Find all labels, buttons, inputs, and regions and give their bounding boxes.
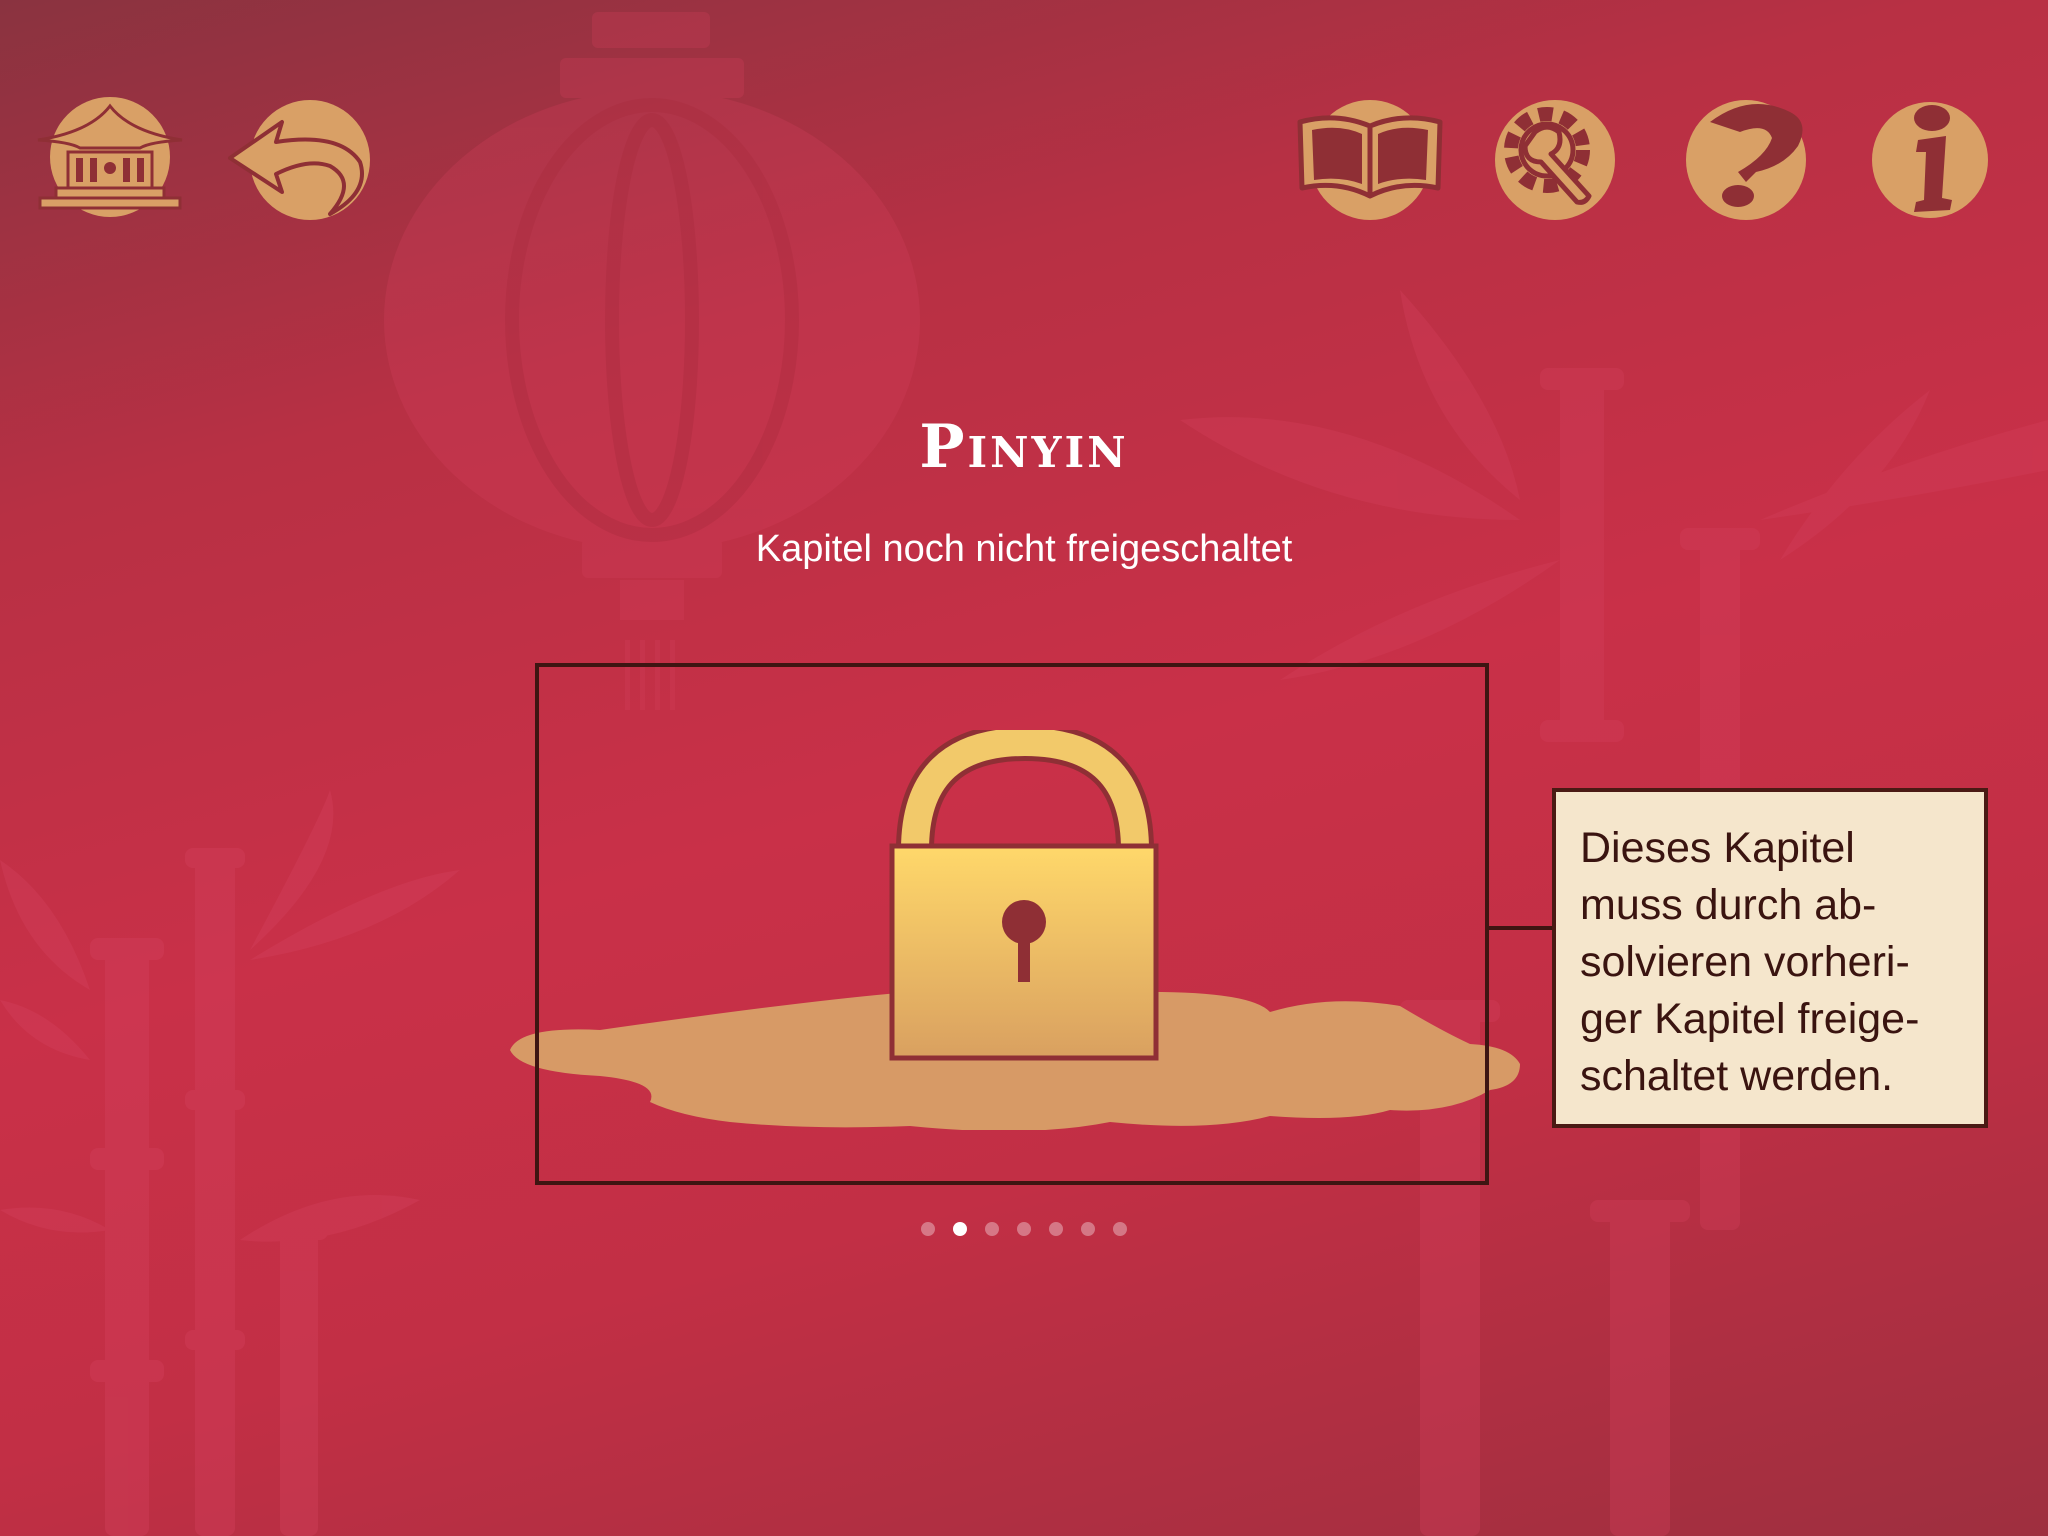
tooltip-connector [1489,926,1554,930]
home-button[interactable] [30,92,190,222]
page-dot[interactable] [1113,1222,1127,1236]
tooltip-line: schaltet werden. [1580,1052,1894,1100]
chapter-card[interactable] [535,663,1489,1185]
settings-wrench-gear-icon [1495,100,1615,220]
page-dot[interactable] [985,1222,999,1236]
info-icon [1872,102,1988,218]
temple-icon [37,97,183,217]
page-dot[interactable] [1049,1222,1063,1236]
tooltip-line: Dieses Kapitel [1580,824,1855,872]
page-dot[interactable] [1081,1222,1095,1236]
back-arrow-icon [228,100,370,220]
page-indicator[interactable] [0,1222,2048,1236]
chapter-status-text: Kapitel noch nicht freigeschaltet [755,528,1293,570]
page-dot[interactable] [953,1222,967,1236]
tooltip-line: muss durch ab- [1580,881,1877,929]
book-icon [1297,100,1443,220]
book-button[interactable] [1290,92,1450,222]
info-button[interactable] [1868,92,1993,222]
chapter-title: Pinyin [919,412,1129,482]
unlock-hint-tooltip: Dieses Kapitel muss durch ab- solvieren … [1552,788,1988,1128]
tooltip-line: ger Kapitel freige- [1580,995,1920,1043]
page-dot[interactable] [1017,1222,1031,1236]
page-dot[interactable] [921,1222,935,1236]
back-button[interactable] [220,92,380,222]
question-mark-icon [1686,100,1806,220]
tooltip-line: solvieren vorheri- [1580,938,1910,986]
settings-button[interactable] [1485,92,1620,222]
help-button[interactable] [1680,92,1815,222]
